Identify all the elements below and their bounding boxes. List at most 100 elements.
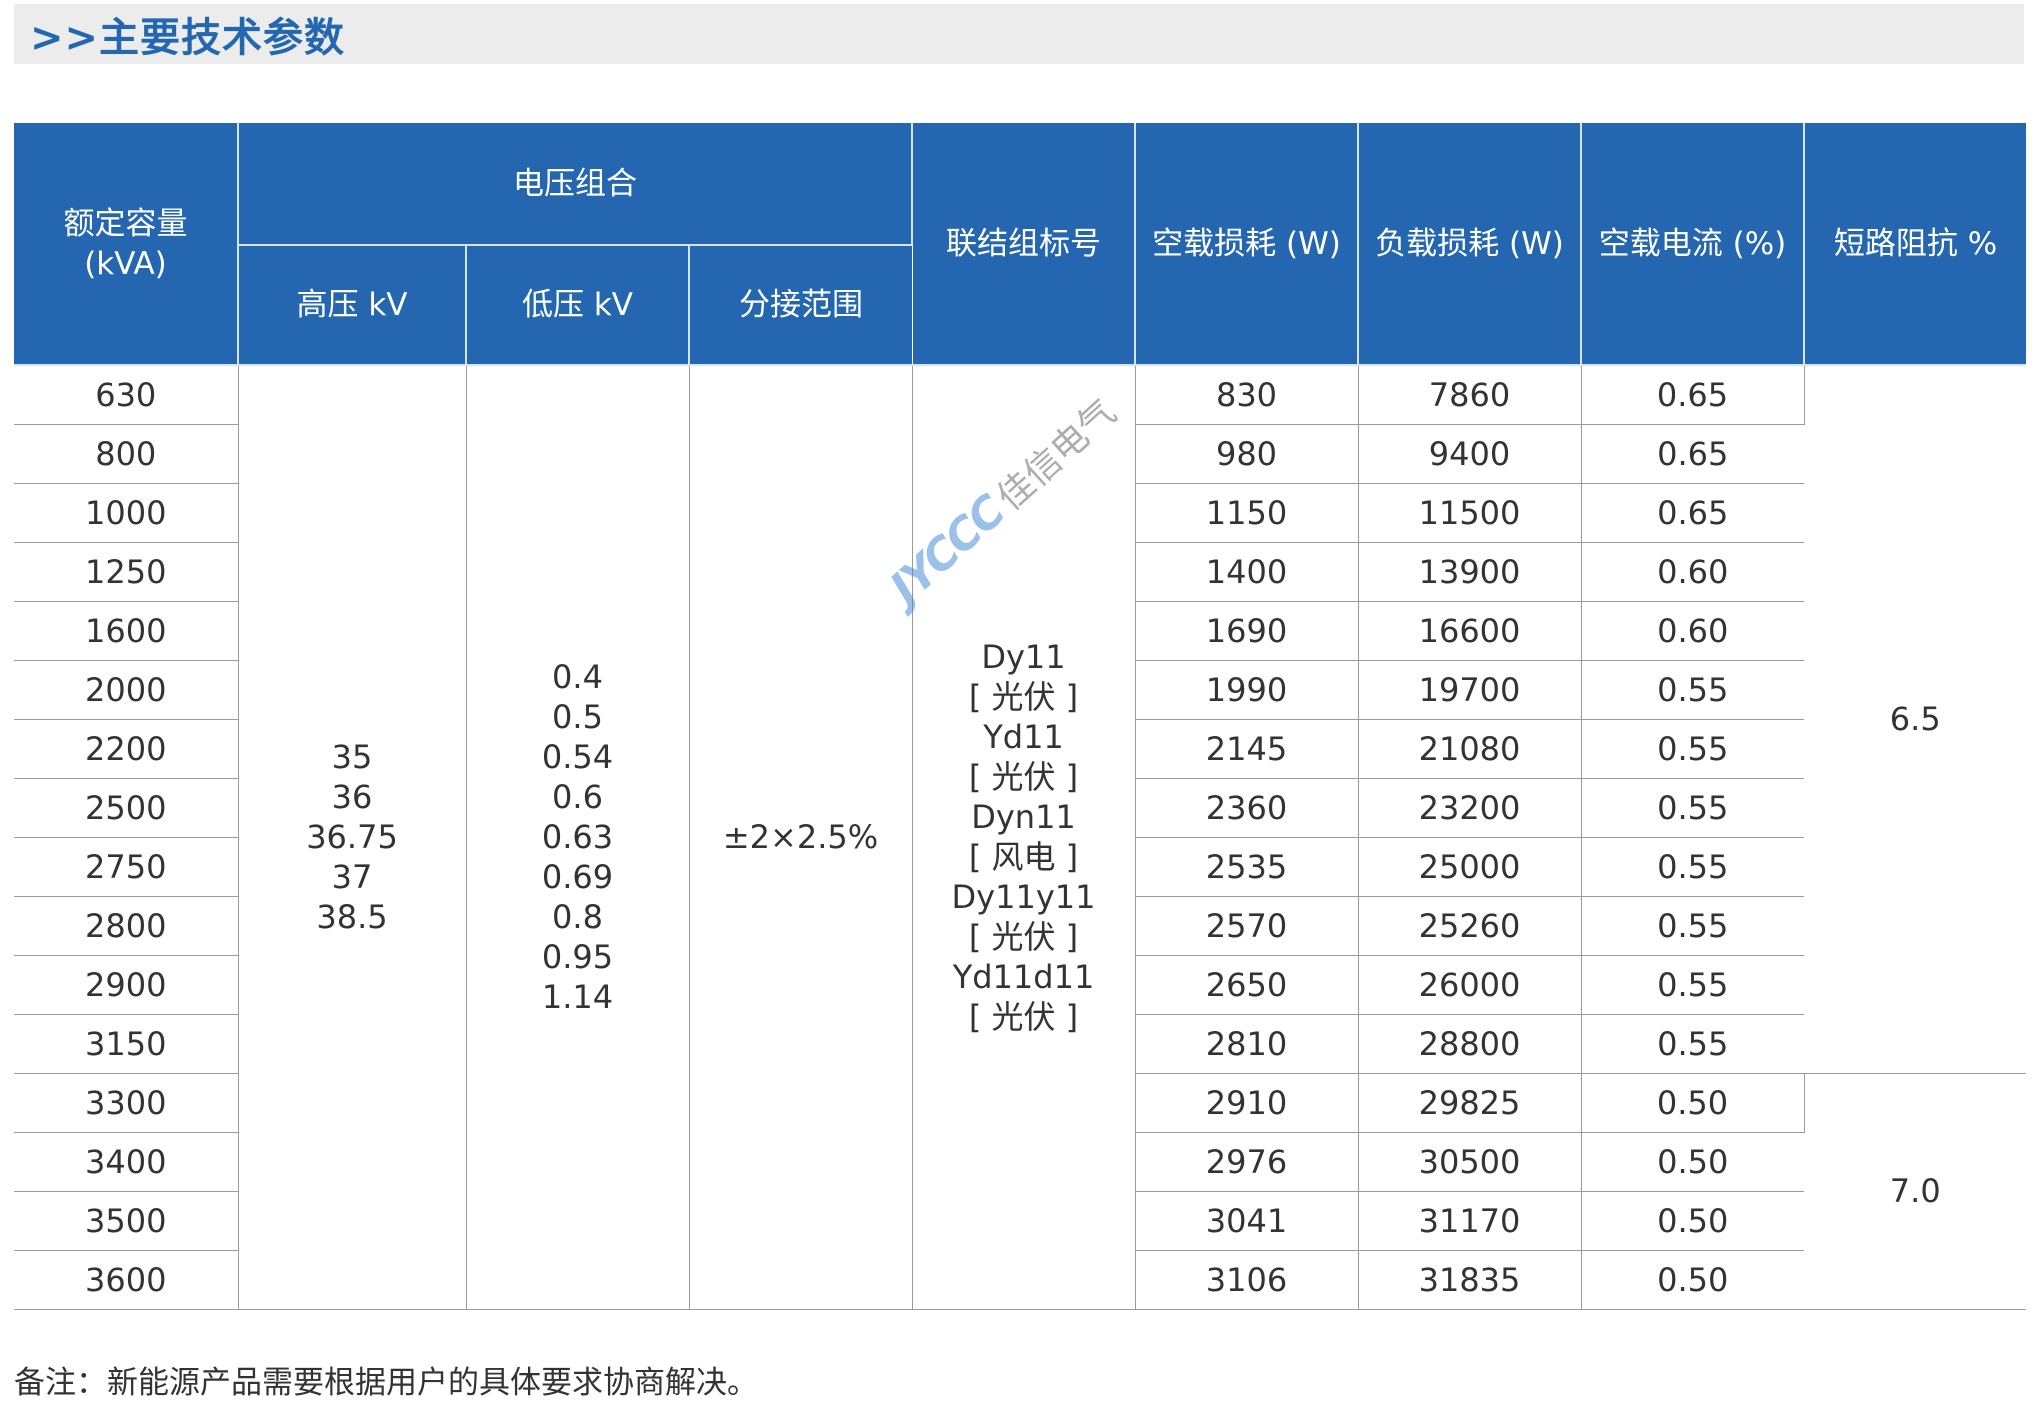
cell-capacity: 2000 (14, 660, 239, 720)
cell-load-loss: 31835 (1358, 1250, 1582, 1310)
cell-impedance: 7.0 (1804, 1073, 2026, 1310)
cell-lv-item: 0.95 (541, 938, 614, 977)
table-row: 630 35 36 36.75 37 38.5 0.4 0.5 0.54 0.6 0.63 0.69 0… (14, 365, 2026, 1310)
cell-lv: 0.4 0.5 0.54 0.6 0.63 0.69 0.8 0.95 1.14 (466, 365, 690, 1310)
cell-capacity: 1600 (14, 601, 239, 661)
cell-no-load-current: 0.50 (1581, 1073, 1805, 1133)
cell-capacity: 3150 (14, 1014, 239, 1074)
cell-no-load-loss: 1400 (1135, 542, 1359, 602)
cell-load-loss: 13900 (1358, 542, 1582, 602)
cell-capacity: 3300 (14, 1073, 239, 1133)
header-no-load-loss: 空载损耗 (W) (1135, 123, 1359, 366)
cell-hv: 35 36 36.75 37 38.5 (238, 365, 467, 1310)
cell-no-load-current: 0.55 (1581, 955, 1804, 1015)
cell-lv-item: 0.69 (541, 858, 614, 897)
cell-capacity: 1000 (14, 483, 239, 543)
section-title-bar: >>主要技术参数 (14, 4, 2024, 64)
cell-impedance: 6.5 (1804, 365, 2026, 1074)
spec-table: 额定容量 (kVA) 电压组合 联结组标号 空载损耗 (W) 负载损耗 (W) … (14, 123, 2026, 1310)
header-no-load-current: 空载电流 (%) (1581, 123, 1805, 366)
cell-no-load-current: 0.55 (1581, 896, 1804, 956)
cell-no-load-current: 0.50 (1581, 1191, 1804, 1251)
cell-vector-group-item: Dy11y11 (951, 878, 1096, 917)
cell-load-loss: 19700 (1358, 660, 1582, 720)
cell-capacity: 3500 (14, 1191, 239, 1251)
header-impedance: 短路阻抗 % (1804, 123, 2026, 366)
cell-no-load-current: 0.50 (1581, 1250, 1804, 1310)
header-voltage-group: 电压组合 (238, 123, 913, 246)
cell-load-loss: 28800 (1358, 1014, 1582, 1074)
section-title: >>主要技术参数 (30, 15, 346, 61)
cell-load-loss: 7860 (1358, 365, 1582, 425)
cell-no-load-loss: 1690 (1135, 601, 1359, 661)
cell-no-load-loss: 2535 (1135, 837, 1359, 897)
cell-no-load-current: 0.60 (1581, 542, 1804, 602)
cell-no-load-loss: 3041 (1135, 1191, 1359, 1251)
cell-no-load-loss: 3106 (1135, 1250, 1359, 1310)
cell-vector-group-item: [ 光伏 ] (968, 758, 1079, 797)
cell-tap: ±2×2.5% (689, 365, 913, 1310)
cell-load-loss: 26000 (1358, 955, 1582, 1015)
header-lv: 低压 kV (466, 245, 690, 366)
cell-load-loss: 25000 (1358, 837, 1582, 897)
cell-capacity: 630 (14, 365, 239, 425)
cell-no-load-current: 0.55 (1581, 837, 1804, 897)
cell-no-load-current: 0.60 (1581, 601, 1804, 661)
cell-no-load-current: 0.65 (1581, 424, 1804, 484)
cell-capacity: 2900 (14, 955, 239, 1015)
header-capacity: 额定容量 (kVA) (14, 123, 239, 366)
cell-lv-item: 1.14 (541, 978, 614, 1017)
cell-vector-group-item: [ 光伏 ] (968, 918, 1079, 957)
cell-no-load-loss: 2910 (1135, 1073, 1359, 1133)
cell-capacity: 3600 (14, 1250, 239, 1310)
cell-vector-group-item: [ 光伏 ] (968, 678, 1079, 717)
cell-vector-group-item: Yd11 (983, 718, 1064, 757)
cell-vector-group: Dy11[ 光伏 ] Yd11[ 光伏 ] Dyn11[ 风电 ] Dy11y11[ … (912, 365, 1136, 1310)
footnote: 备注：新能源产品需要根据用户的具体要求协商解决。 (14, 1365, 758, 1401)
cell-vector-group-item: Dyn11 (971, 798, 1076, 837)
cell-hv-item: 38.5 (316, 898, 388, 937)
cell-capacity: 800 (14, 424, 239, 484)
cell-capacity: 2800 (14, 896, 239, 956)
cell-no-load-loss: 2650 (1135, 955, 1359, 1015)
cell-vector-group-item: [ 风电 ] (968, 838, 1079, 877)
cell-no-load-loss: 2810 (1135, 1014, 1359, 1074)
cell-vector-group-item: [ 光伏 ] (968, 998, 1079, 1037)
spec-table-body: 630 35 36 36.75 37 38.5 0.4 0.5 0.54 0.6 0.63 0.69 0… (14, 365, 2026, 1310)
cell-hv-item: 37 (331, 858, 373, 897)
header-load-loss: 负载损耗 (W) (1358, 123, 1582, 366)
cell-no-load-loss: 2145 (1135, 719, 1359, 779)
cell-load-loss: 30500 (1358, 1132, 1582, 1192)
cell-no-load-loss: 2360 (1135, 778, 1359, 838)
cell-no-load-current: 0.55 (1581, 660, 1804, 720)
cell-hv-item: 36.75 (306, 818, 398, 857)
cell-capacity: 2750 (14, 837, 239, 897)
cell-no-load-loss: 830 (1135, 365, 1359, 425)
cell-no-load-current: 0.50 (1581, 1132, 1804, 1192)
cell-vector-group-item: Yd11d11 (952, 958, 1095, 997)
cell-no-load-current: 0.65 (1581, 483, 1804, 543)
cell-lv-item: 0.6 (552, 778, 603, 817)
cell-load-loss: 25260 (1358, 896, 1582, 956)
cell-load-loss: 29825 (1358, 1073, 1582, 1133)
cell-no-load-current: 0.65 (1581, 365, 1805, 425)
cell-hv-item: 36 (331, 778, 373, 817)
cell-lv-item: 0.54 (541, 738, 614, 777)
cell-no-load-current: 0.55 (1581, 778, 1804, 838)
cell-capacity: 1250 (14, 542, 239, 602)
cell-lv-item: 0.63 (541, 818, 614, 857)
cell-no-load-loss: 980 (1135, 424, 1359, 484)
cell-load-loss: 23200 (1358, 778, 1582, 838)
header-vector-group: 联结组标号 (912, 123, 1136, 366)
cell-load-loss: 11500 (1358, 483, 1582, 543)
cell-no-load-loss: 1990 (1135, 660, 1359, 720)
cell-load-loss: 21080 (1358, 719, 1582, 779)
cell-no-load-loss: 1150 (1135, 483, 1359, 543)
cell-no-load-loss: 2976 (1135, 1132, 1359, 1192)
cell-capacity: 2200 (14, 719, 239, 779)
cell-no-load-loss: 2570 (1135, 896, 1359, 956)
cell-load-loss: 9400 (1358, 424, 1582, 484)
cell-capacity: 2500 (14, 778, 239, 838)
cell-no-load-current: 0.55 (1581, 719, 1804, 779)
cell-lv-item: 0.8 (552, 898, 603, 937)
